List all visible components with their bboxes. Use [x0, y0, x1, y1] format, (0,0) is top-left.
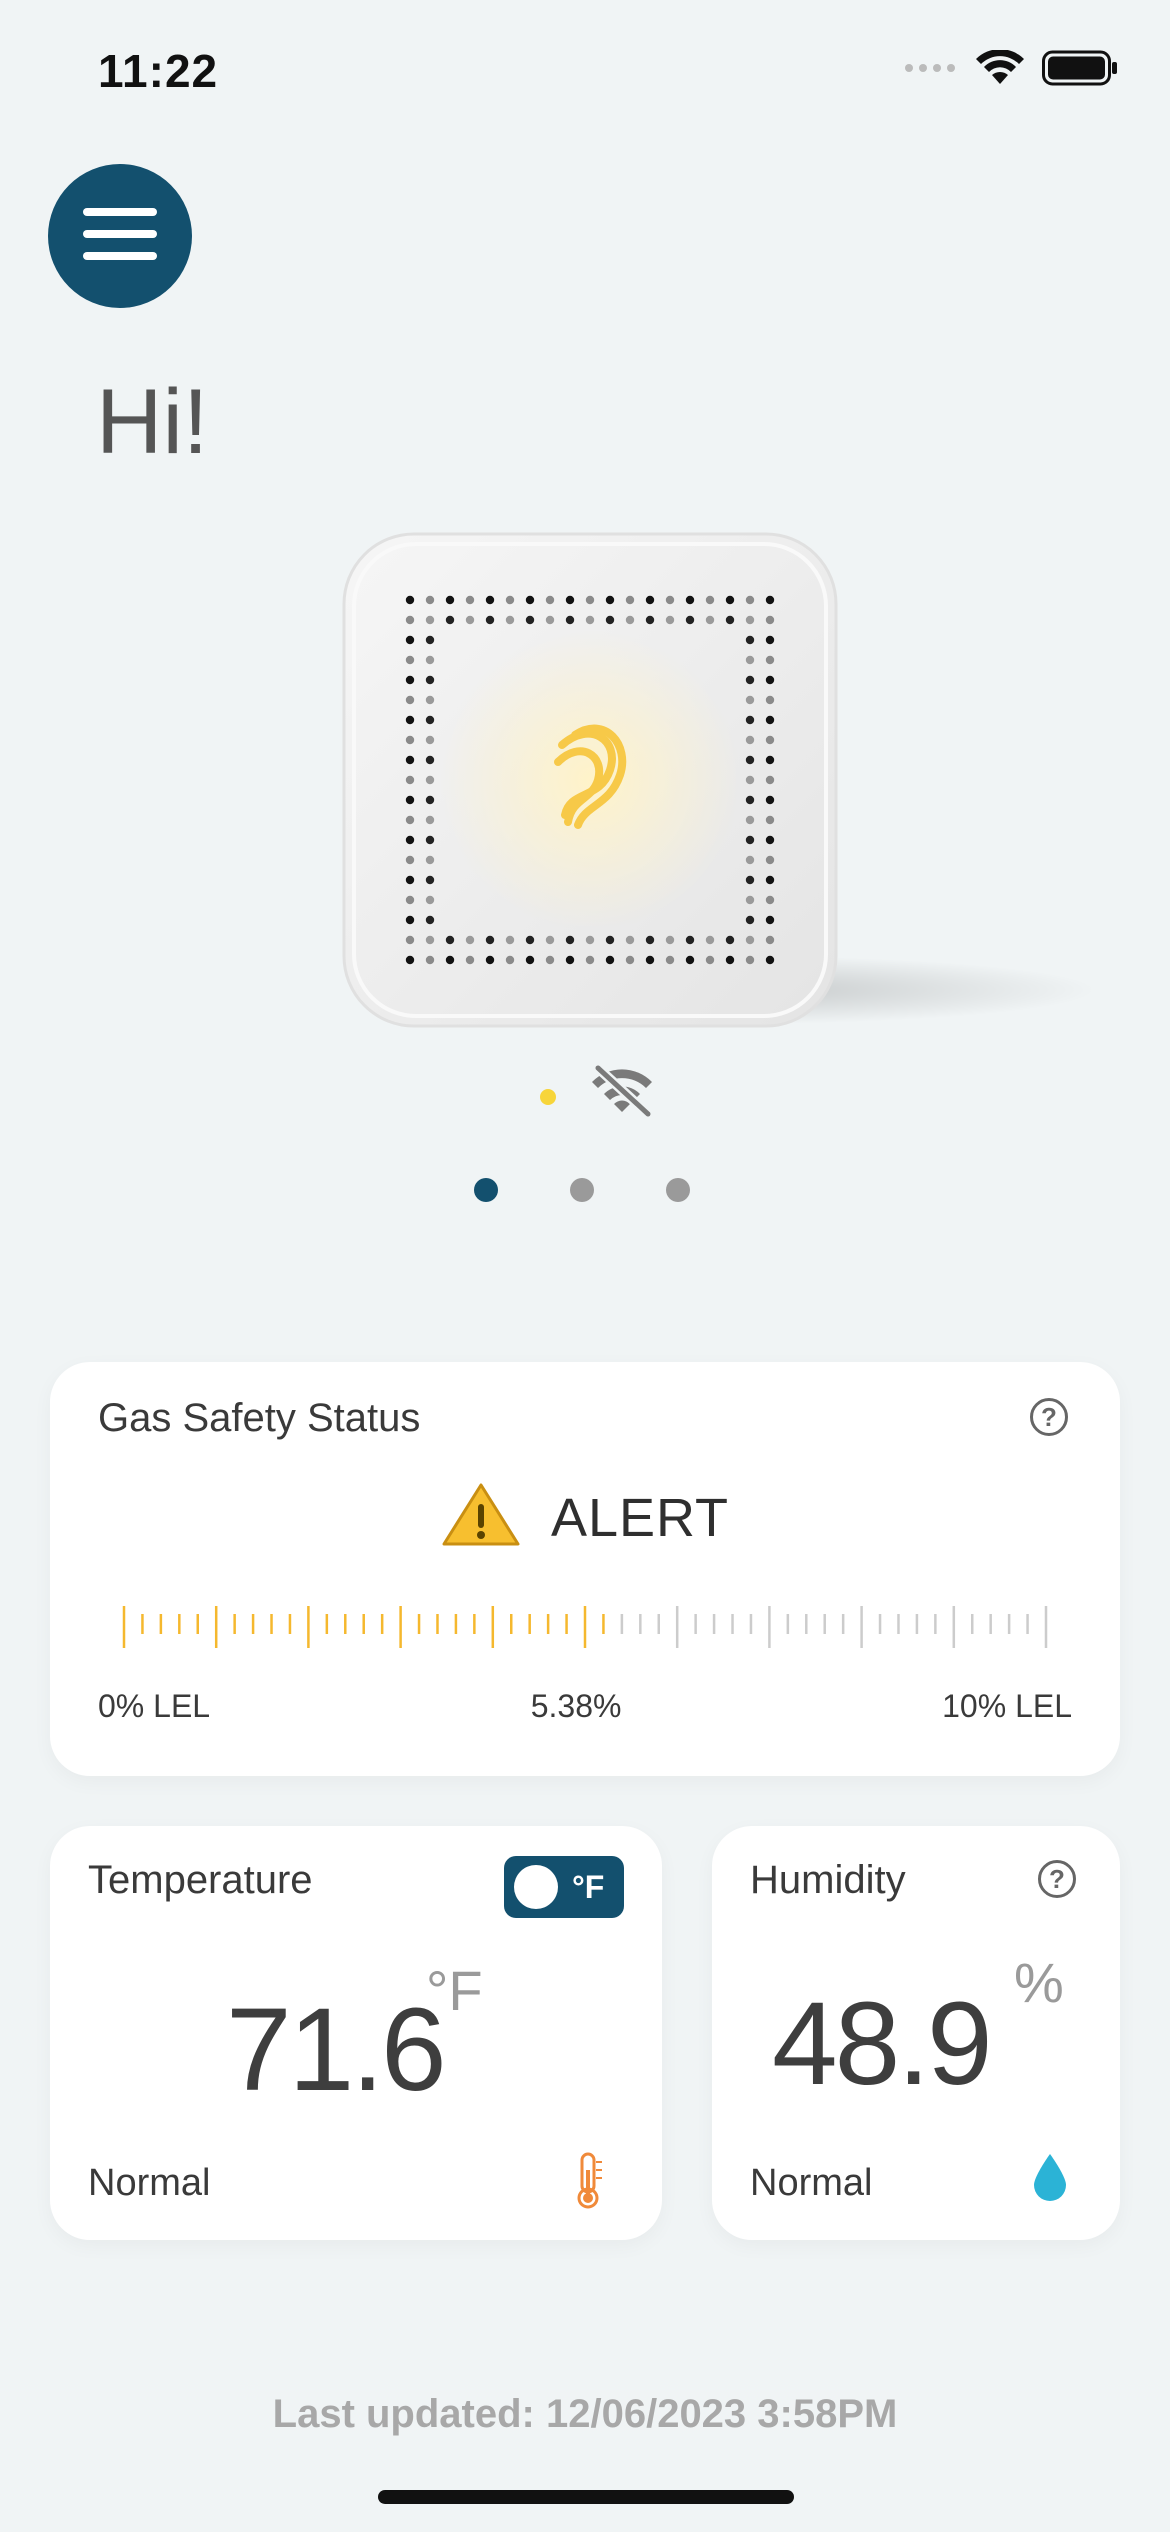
humidity-card[interactable]: Humidity ? 48.9 % Normal: [712, 1826, 1120, 2240]
last-updated: Last updated: 12/06/2023 3:58PM: [272, 2392, 898, 2436]
scale-min-label: 0% LEL: [98, 1688, 211, 1724]
humidity-help-icon[interactable]: ?: [1038, 1860, 1076, 1898]
alert-row: ALERT: [50, 1482, 1120, 1553]
temperature-title: Temperature: [88, 1858, 313, 1902]
device-pager: [474, 1178, 690, 1202]
status-icons: [904, 49, 1118, 91]
wifi-icon: [976, 49, 1024, 91]
scale-max-label: 10% LEL: [942, 1688, 1072, 1724]
pager-dot-2[interactable]: [570, 1178, 594, 1202]
device-image[interactable]: [340, 530, 840, 1030]
home-indicator[interactable]: [378, 2490, 794, 2504]
status-time: 11:22: [98, 45, 219, 97]
gas-safety-card[interactable]: Gas Safety Status ? ALERT 0% LEL 5.38% 1…: [50, 1362, 1120, 1776]
battery-icon: [1042, 50, 1118, 91]
gas-help-icon[interactable]: ?: [1030, 1398, 1068, 1436]
toggle-label: °F: [572, 1868, 605, 1905]
wifi-off-icon: [588, 1062, 656, 1123]
pager-dot-3[interactable]: [666, 1178, 690, 1202]
menu-button[interactable]: [48, 164, 192, 308]
toggle-knob: [514, 1865, 558, 1909]
gas-status-text: ALERT: [550, 1487, 730, 1548]
temperature-value: 71.6: [226, 1984, 447, 2116]
pager-dot-1[interactable]: [474, 1178, 498, 1202]
gas-card-title: Gas Safety Status: [98, 1396, 421, 1440]
temperature-status: Normal: [88, 2162, 211, 2204]
warning-icon: [441, 1482, 521, 1553]
cellular-signal-icon: [904, 61, 958, 80]
gas-reading: 5.38%: [530, 1688, 622, 1724]
temperature-card[interactable]: Temperature °F 71.6 °F Normal: [50, 1826, 662, 2240]
gas-scale-labels: 0% LEL 5.38% 10% LEL: [98, 1688, 1072, 1725]
unit-toggle[interactable]: °F: [504, 1856, 624, 1918]
humidity-status: Normal: [750, 2162, 873, 2204]
temperature-unit: °F: [426, 1959, 483, 2022]
connection-status-dot: [540, 1089, 556, 1105]
humidity-unit: %: [1014, 1951, 1064, 2014]
humidity-value: 48.9: [772, 1978, 993, 2110]
water-drop-icon: [1032, 2152, 1068, 2207]
gas-scale: [122, 1606, 1048, 1648]
hamburger-icon: [83, 206, 157, 267]
greeting: Hi!: [96, 371, 209, 473]
humidity-title: Humidity: [750, 1858, 906, 1902]
thermometer-icon: [572, 2152, 604, 2215]
